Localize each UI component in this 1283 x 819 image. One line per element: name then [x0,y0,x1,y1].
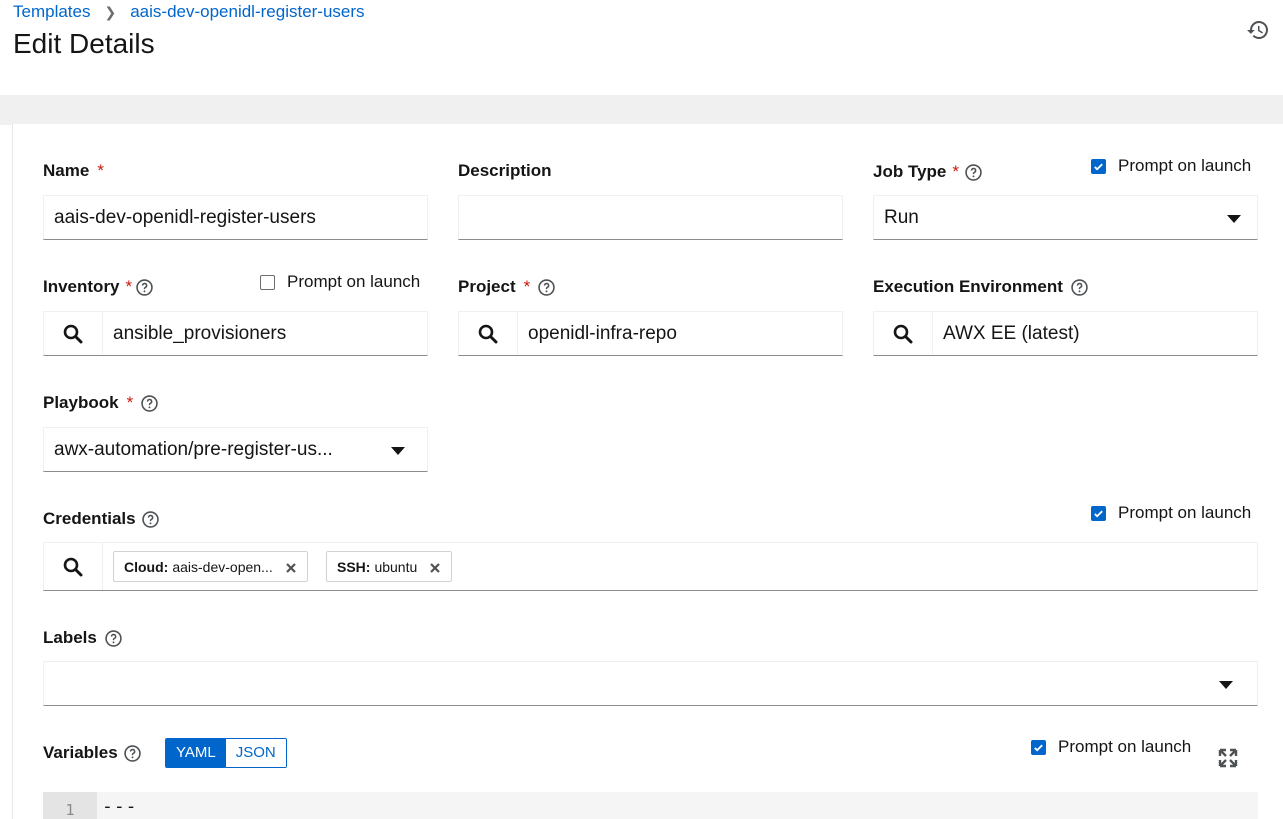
job-type-label: Job Type * [873,162,982,182]
job-type-prompt-checkbox[interactable]: Prompt on launch [1091,156,1251,176]
search-icon[interactable] [44,312,103,355]
credential-chip-ssh[interactable]: SSH: ubuntu [326,551,453,582]
question-circle-icon[interactable] [141,394,158,412]
json-toggle-button[interactable]: JSON [225,739,286,767]
credentials-prompt-checkbox[interactable]: Prompt on launch [1091,503,1251,523]
project-lookup[interactable]: openidl-infra-repo [458,311,843,356]
description-input[interactable] [458,195,843,240]
variables-format-toggle: YAML JSON [165,738,287,768]
close-icon[interactable] [429,561,441,573]
name-label: Name * [43,161,104,181]
variables-label: Variables [43,743,141,763]
question-circle-icon[interactable] [538,278,555,296]
required-marker: * [523,277,531,296]
variables-label-text: Variables [43,743,118,762]
prompt-on-launch-label: Prompt on launch [1058,737,1192,756]
credentials-lookup[interactable]: Cloud: aais-dev-open... SSH: ubuntu [43,542,1258,591]
question-circle-icon[interactable] [123,744,141,762]
inventory-label-text: Inventory [43,277,120,296]
breadcrumb-current-link[interactable]: aais-dev-openidl-register-users [130,2,364,22]
check-icon[interactable] [1031,739,1046,755]
variables-code-editor[interactable]: 1 --- [43,792,1258,819]
project-value: openidl-infra-repo [528,323,677,344]
project-label: Project * [458,277,555,297]
project-label-text: Project [458,277,516,296]
playbook-label: Playbook * [43,393,158,413]
yaml-toggle-button[interactable]: YAML [166,739,226,767]
execution-environment-label-text: Execution Environment [873,277,1063,296]
page-title: Edit Details [13,28,155,59]
prompt-on-launch-label: Prompt on launch [1118,156,1252,175]
expand-icon[interactable] [1218,748,1238,768]
breadcrumb: Templates ❯ aais-dev-openidl-register-us… [13,2,365,22]
required-marker: * [97,161,104,180]
playbook-select[interactable]: awx-automation/pre-register-us... [43,427,428,472]
required-marker: * [952,162,959,181]
check-icon[interactable] [1091,505,1106,521]
labels-label: Labels [43,628,122,648]
playbook-label-text: Playbook [43,393,119,412]
required-marker: * [125,277,133,296]
execution-environment-value: AWX EE (latest) [943,323,1080,344]
job-type-select[interactable]: Run [873,195,1258,240]
required-marker: * [126,393,134,412]
execution-environment-lookup[interactable]: AWX EE (latest) [873,311,1258,356]
line-number: 1 [43,792,97,819]
prompt-on-launch-label: Prompt on launch [287,272,421,291]
playbook-value: awx-automation/pre-register-us... [54,439,333,460]
search-icon[interactable] [44,543,103,590]
page-header: Templates ❯ aais-dev-openidl-register-us… [0,0,1283,95]
inventory-label: Inventory * [43,277,153,297]
code-line[interactable]: --- [102,796,138,817]
name-label-text: Name [43,161,90,180]
page-section-divider [0,95,1283,125]
labels-label-text: Labels [43,628,97,647]
job-type-value: Run [884,207,919,228]
history-icon[interactable] [1246,18,1270,42]
caret-down-icon [1227,215,1241,223]
checkbox-unchecked-icon[interactable] [260,274,275,290]
question-circle-icon[interactable] [1071,278,1088,296]
caret-down-icon [391,447,405,455]
inventory-lookup[interactable]: ansible_provisioners [43,311,428,356]
caret-down-icon [1219,681,1233,689]
labels-select[interactable] [43,661,1258,706]
search-icon[interactable] [459,312,518,355]
description-label: Description [458,161,552,181]
close-icon[interactable] [285,561,297,573]
question-circle-icon[interactable] [105,629,122,647]
name-input-value: aais-dev-openidl-register-users [54,207,316,228]
name-input[interactable]: aais-dev-openidl-register-users [43,195,428,240]
credential-chip-cloud[interactable]: Cloud: aais-dev-open... [113,551,308,582]
execution-environment-label: Execution Environment [873,277,1088,297]
chevron-right-icon: ❯ [104,3,117,20]
question-circle-icon[interactable] [141,510,159,528]
credentials-label: Credentials [43,509,159,529]
check-icon[interactable] [1091,158,1106,174]
job-type-label-text: Job Type [873,162,947,181]
description-label-text: Description [458,161,552,180]
credentials-label-text: Credentials [43,509,136,528]
inventory-value: ansible_provisioners [113,323,287,344]
chip-type: Cloud: [124,558,169,575]
chip-type: SSH: [337,558,371,575]
chip-name: aais-dev-open... [172,558,273,575]
question-circle-icon[interactable] [136,278,153,296]
inventory-prompt-checkbox[interactable]: Prompt on launch [260,272,420,292]
variables-prompt-checkbox[interactable]: Prompt on launch [1031,737,1191,757]
prompt-on-launch-label: Prompt on launch [1118,503,1252,522]
search-icon[interactable] [874,312,933,355]
chip-name: ubuntu [374,558,418,575]
breadcrumb-templates-link[interactable]: Templates [13,2,90,22]
question-circle-icon[interactable] [965,163,982,181]
